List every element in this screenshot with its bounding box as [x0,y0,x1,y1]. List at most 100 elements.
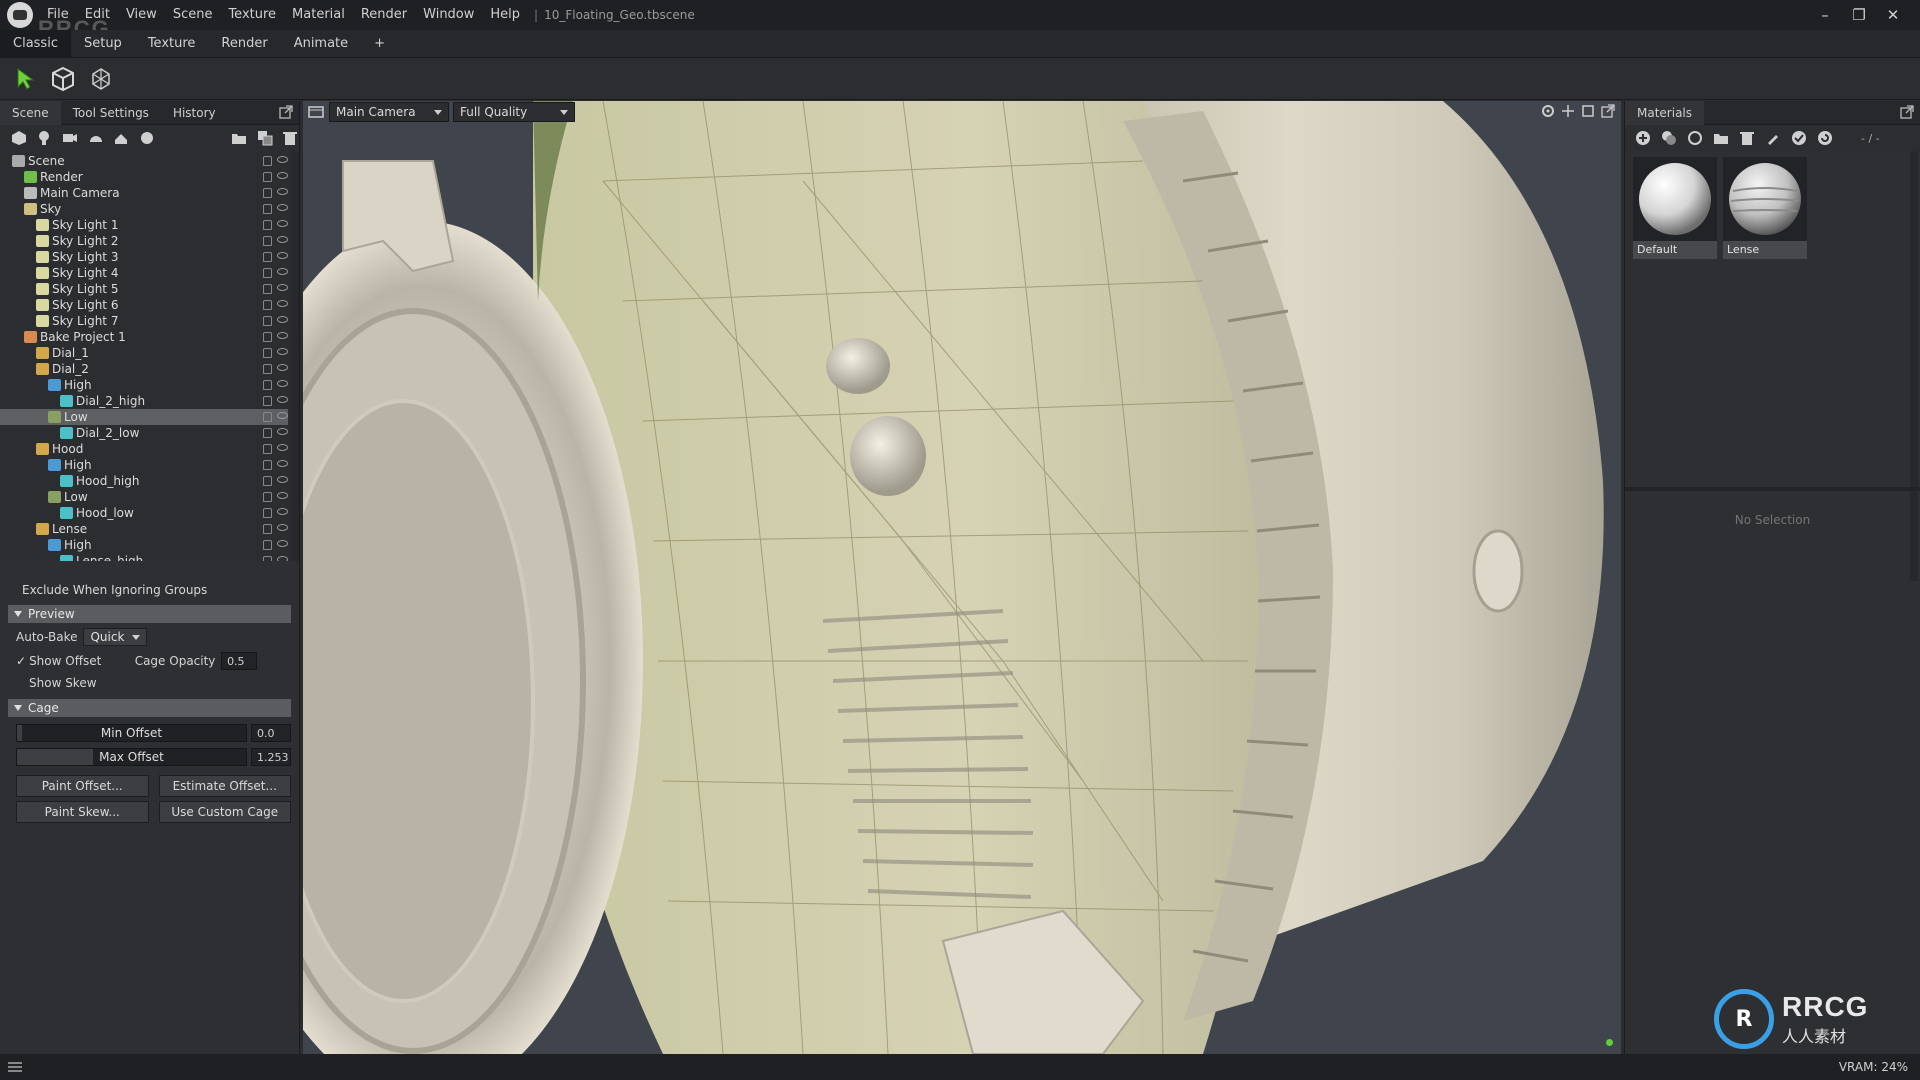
move-icon[interactable] [1561,104,1575,118]
tree-item[interactable]: High [0,377,288,393]
tree-scrollbar[interactable] [291,151,299,561]
lock-icon[interactable] [263,220,272,230]
max-offset-slider[interactable]: Max Offset [16,748,247,766]
tab-render[interactable]: Render [208,30,280,58]
menu-render[interactable]: Render [353,0,415,30]
lock-icon[interactable] [263,252,272,262]
minimize-icon[interactable]: – [1808,0,1842,30]
lock-icon[interactable] [263,332,272,342]
checkmark-icon[interactable]: ✓ [16,654,26,668]
tree-item[interactable]: High [0,537,288,553]
app-logo-icon[interactable] [7,2,33,28]
gear-icon[interactable] [1541,104,1555,118]
tree-item[interactable]: Dial_2_low [0,425,288,441]
add-camera-icon[interactable] [61,129,79,147]
exclude-when-ignoring-groups[interactable]: Exclude When Ignoring Groups [0,577,299,603]
tree-item[interactable]: Bake Project 1 [0,329,288,345]
restore-icon[interactable]: ❐ [1842,0,1876,30]
lock-icon[interactable] [263,524,272,534]
tree-item[interactable]: Low [0,409,288,425]
tree-item[interactable]: Sky Light 3 [0,249,288,265]
lock-icon[interactable] [263,412,272,422]
popout-icon[interactable] [1900,105,1914,119]
eye-icon[interactable] [277,220,288,227]
tree-item[interactable]: Lense [0,521,288,537]
eye-icon[interactable] [277,172,288,179]
apply-material-icon[interactable] [1791,130,1807,146]
eye-icon[interactable] [277,444,288,451]
duplicate-icon[interactable] [256,129,274,147]
lock-icon[interactable] [263,476,272,486]
eye-icon[interactable] [277,476,288,483]
cage-opacity-field[interactable]: 0.5 [221,652,258,670]
eye-icon[interactable] [277,188,288,195]
maximize-icon[interactable] [1581,104,1595,118]
lock-icon[interactable] [263,364,272,374]
delete-icon[interactable] [281,129,299,147]
lock-icon[interactable] [263,380,272,390]
eye-icon[interactable] [277,380,288,387]
lock-icon[interactable] [263,460,272,470]
use-custom-cage-button[interactable]: Use Custom Cage [158,801,291,823]
menu-view[interactable]: View [118,0,165,30]
lock-icon[interactable] [263,428,272,438]
tree-item[interactable]: Dial_1 [0,345,288,361]
eye-icon[interactable] [277,332,288,339]
lock-icon[interactable] [263,204,272,214]
show-skew-label[interactable]: Show Skew [29,676,97,690]
add-bake-icon[interactable] [112,129,130,147]
tree-item[interactable]: Dial_2 [0,361,288,377]
tree-item[interactable]: High [0,457,288,473]
tree-item[interactable]: Sky Light 7 [0,313,288,329]
delete-icon[interactable] [1739,130,1755,146]
tree-item[interactable]: Main Camera [0,185,288,201]
tab-animate[interactable]: Animate [281,30,361,58]
material-tile[interactable]: Lense [1723,157,1807,259]
add-object-icon[interactable] [10,129,28,147]
new-folder-icon[interactable] [230,129,248,147]
add-material-icon[interactable] [1635,130,1651,146]
estimate-offset-button[interactable]: Estimate Offset... [158,775,291,797]
eye-icon[interactable] [277,156,288,163]
eye-icon[interactable] [277,268,288,275]
eye-icon[interactable] [277,540,288,547]
open-folder-icon[interactable] [1713,130,1729,146]
lock-icon[interactable] [263,396,272,406]
lock-icon[interactable] [263,188,272,198]
lock-icon[interactable] [263,300,272,310]
lock-icon[interactable] [263,444,272,454]
tab-texture[interactable]: Texture [135,30,209,58]
eye-icon[interactable] [277,364,288,371]
tree-item[interactable]: Hood_high [0,473,288,489]
tree-item[interactable]: Dial_2_high [0,393,288,409]
min-offset-slider[interactable]: Min Offset [16,724,247,742]
preview-section-header[interactable]: Preview [8,605,291,623]
menu-help[interactable]: Help [482,0,528,30]
eye-icon[interactable] [277,252,288,259]
eye-icon[interactable] [277,556,288,561]
lock-icon[interactable] [263,172,272,182]
popout-icon[interactable] [279,105,293,119]
tree-item[interactable]: Scene [0,153,288,169]
refresh-icon[interactable] [1817,130,1833,146]
tree-item[interactable]: Sky Light 6 [0,297,288,313]
tab-materials[interactable]: Materials [1625,100,1705,125]
eye-icon[interactable] [277,492,288,499]
menu-material[interactable]: Material [284,0,353,30]
tree-item[interactable]: Render [0,169,288,185]
eye-icon[interactable] [277,524,288,531]
camera-dropdown[interactable]: Main Camera [329,102,449,122]
lock-icon[interactable] [263,492,272,502]
tree-item[interactable]: Lense_high [0,553,288,561]
eye-icon[interactable] [277,460,288,467]
menu-texture[interactable]: Texture [220,0,284,30]
tab-setup[interactable]: Setup [71,30,135,58]
auto-bake-dropdown[interactable]: Quick [83,628,148,646]
tree-item[interactable]: Hood_low [0,505,288,521]
lock-icon[interactable] [263,268,272,278]
menu-window[interactable]: Window [415,0,482,30]
lock-icon[interactable] [263,508,272,518]
tree-item[interactable]: Sky Light 4 [0,265,288,281]
eye-icon[interactable] [277,348,288,355]
material-tile[interactable]: Default [1633,157,1717,259]
